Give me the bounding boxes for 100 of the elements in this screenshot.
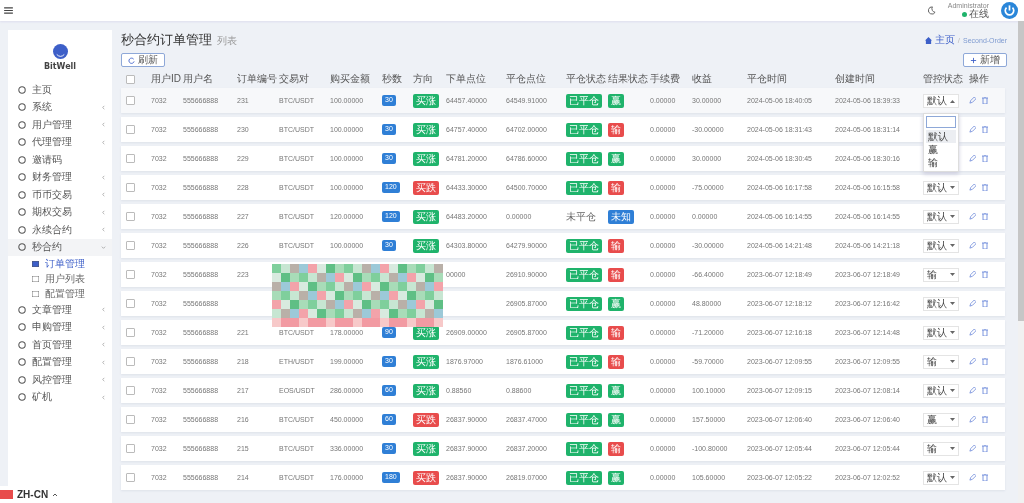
trash-icon[interactable]	[982, 445, 988, 452]
trash-icon[interactable]	[982, 242, 988, 249]
edit-icon[interactable]	[969, 242, 976, 249]
row-checkbox[interactable]	[126, 125, 135, 134]
sidebar-item[interactable]: 申购管理	[8, 318, 112, 336]
dropdown-option[interactable]: 默认	[926, 129, 956, 143]
sidebar-subitem[interactable]: 订单管理	[8, 256, 112, 271]
trash-icon[interactable]	[982, 97, 988, 104]
sidebar-item[interactable]: 永续合约	[8, 221, 112, 239]
sidebar-item[interactable]: 主页	[8, 81, 112, 99]
sidebar-item[interactable]: 用户管理	[8, 116, 112, 134]
edit-icon[interactable]	[969, 97, 976, 104]
edit-icon[interactable]	[969, 416, 976, 423]
row-checkbox[interactable]	[126, 241, 135, 250]
search-field[interactable]	[926, 115, 956, 128]
control-select[interactable]: 默认	[923, 325, 959, 340]
result-badge: 赢	[608, 412, 624, 427]
chevron-left-icon	[101, 342, 106, 348]
sidebar-subitem[interactable]: 配置管理	[8, 286, 112, 301]
trash-icon[interactable]	[982, 271, 988, 278]
edit-icon[interactable]	[969, 155, 976, 162]
breadcrumb-link[interactable]: 主页	[934, 33, 955, 47]
trash-icon[interactable]	[982, 155, 988, 162]
edit-icon[interactable]	[969, 213, 976, 220]
sidebar-item[interactable]: 配置管理	[8, 353, 112, 371]
circle-icon	[18, 358, 26, 367]
edit-icon[interactable]	[969, 126, 976, 133]
control-select[interactable]: 默认	[923, 238, 959, 253]
close-status: 已平仓	[566, 93, 602, 108]
row-checkbox[interactable]	[126, 183, 135, 192]
edit-icon[interactable]	[969, 445, 976, 452]
edit-icon[interactable]	[969, 329, 976, 336]
sidebar-item[interactable]: 系统	[8, 98, 112, 116]
edit-icon[interactable]	[969, 271, 976, 278]
direction-badge: 买涨	[413, 122, 439, 137]
control-select[interactable]: 默认	[923, 383, 959, 398]
sidebar-item[interactable]: 矿机	[8, 388, 112, 406]
trash-icon[interactable]	[982, 358, 988, 365]
row-checkbox[interactable]	[126, 357, 135, 366]
sidebar-item[interactable]: 邀请码	[8, 151, 112, 169]
trash-icon[interactable]	[982, 387, 988, 394]
control-select[interactable]: 输	[923, 441, 959, 456]
avatar-power-icon[interactable]	[1001, 2, 1018, 19]
row-checkbox[interactable]	[126, 299, 135, 308]
sidebar-item[interactable]: 秒合约	[8, 238, 112, 256]
sidebar-item[interactable]: 期权交易	[8, 203, 112, 221]
row-checkbox[interactable]	[126, 444, 135, 453]
row-checkbox[interactable]	[126, 473, 135, 482]
edit-icon[interactable]	[969, 184, 976, 191]
menu-icon[interactable]	[4, 7, 13, 14]
caret-icon	[950, 446, 955, 451]
edit-icon[interactable]	[969, 300, 976, 307]
add-button[interactable]: 新增	[963, 53, 1007, 67]
direction-badge: 买涨	[413, 209, 439, 224]
row-checkbox[interactable]	[126, 328, 135, 337]
caret-icon	[950, 243, 955, 248]
sidebar-subitem[interactable]: 用户列表	[8, 271, 112, 286]
edit-icon[interactable]	[969, 358, 976, 365]
trash-icon[interactable]	[982, 126, 988, 133]
row-checkbox[interactable]	[126, 212, 135, 221]
row-checkbox[interactable]	[126, 415, 135, 424]
edit-icon[interactable]	[969, 387, 976, 394]
sidebar-item[interactable]: 文章管理	[8, 301, 112, 319]
sidebar-item[interactable]: 代理管理	[8, 133, 112, 151]
trash-icon[interactable]	[982, 213, 988, 220]
sidebar-item[interactable]: 首页管理	[8, 336, 112, 354]
row-checkbox[interactable]	[126, 154, 135, 163]
row-checkbox[interactable]	[126, 96, 135, 105]
row-checkbox[interactable]	[126, 270, 135, 279]
control-select[interactable]: 默认	[923, 296, 959, 311]
breadcrumb-separator: /	[957, 35, 961, 45]
edit-icon[interactable]	[969, 474, 976, 481]
dropdown-option[interactable]: 输	[926, 155, 956, 169]
sidebar-item[interactable]: 币币交易	[8, 186, 112, 204]
sidebar-item[interactable]: 风控管理	[8, 371, 112, 389]
control-select[interactable]: 默认	[923, 180, 959, 195]
row-checkbox[interactable]	[126, 386, 135, 395]
circle-icon	[18, 225, 26, 234]
trash-icon[interactable]	[982, 329, 988, 336]
chevron-left-icon	[101, 307, 106, 313]
trash-icon[interactable]	[982, 300, 988, 307]
trash-icon[interactable]	[982, 184, 988, 191]
chevron-left-icon	[101, 104, 106, 110]
chevron-left-icon	[101, 359, 106, 365]
sidebar-item[interactable]: 财务管理	[8, 168, 112, 186]
moon-icon[interactable]	[926, 6, 936, 15]
direction-badge: 买涨	[413, 383, 439, 398]
dropdown-option[interactable]: 赢	[926, 142, 956, 156]
circle-icon	[18, 103, 26, 112]
chevron-left-icon	[101, 139, 106, 145]
control-select[interactable]: 默认	[923, 470, 959, 485]
control-select[interactable]: 输	[923, 267, 959, 282]
select-all-checkbox[interactable]	[126, 74, 135, 84]
trash-icon[interactable]	[982, 474, 988, 481]
trash-icon[interactable]	[982, 416, 988, 423]
control-select[interactable]: 赢	[923, 412, 959, 427]
control-select[interactable]: 输	[923, 354, 959, 369]
control-select[interactable]: 默认	[923, 209, 959, 224]
control-select[interactable]: 默认	[923, 93, 959, 108]
refresh-button[interactable]: 刷新	[121, 53, 165, 67]
